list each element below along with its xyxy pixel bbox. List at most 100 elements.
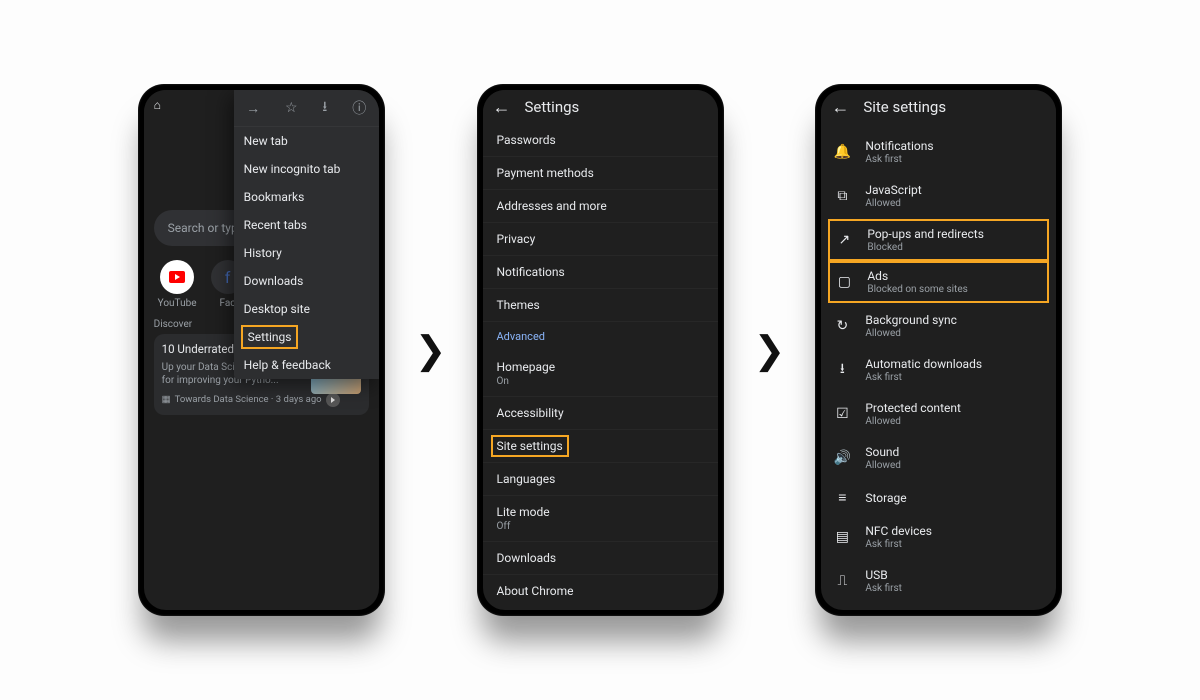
- item-label: Addresses and more: [497, 199, 704, 213]
- item-sub: Ask first: [865, 583, 902, 594]
- item-label: Accessibility: [497, 406, 704, 420]
- page-title: Settings: [525, 98, 580, 116]
- menu-item-settings[interactable]: Settings: [242, 326, 298, 348]
- item-sub: Blocked: [867, 242, 984, 253]
- site-setting-notifications[interactable]: 🔔 NotificationsAsk first: [821, 130, 1056, 174]
- menu-item-desktop-site[interactable]: Desktop site: [234, 295, 379, 323]
- item-label: Pop-ups and redirects: [867, 227, 984, 241]
- settings-item-payment-methods[interactable]: Payment methods: [483, 156, 718, 189]
- page-title: Site settings: [863, 98, 946, 116]
- item-sub: Allowed: [865, 328, 957, 339]
- item-label: Storage: [865, 491, 906, 505]
- settings-item-privacy[interactable]: Privacy: [483, 222, 718, 255]
- home-icon[interactable]: ⌂: [154, 98, 161, 112]
- item-label: Downloads: [497, 551, 704, 565]
- item-sub: Allowed: [865, 460, 901, 471]
- site-setting-automatic-downloads[interactable]: ⭳ Automatic downloadsAsk first: [821, 348, 1056, 392]
- item-label: Notifications: [865, 139, 933, 153]
- settings-item-languages[interactable]: Languages: [483, 462, 718, 495]
- back-icon[interactable]: ←: [831, 97, 849, 118]
- item-label: Privacy: [497, 232, 704, 246]
- menu-item-new-tab[interactable]: New tab: [234, 127, 379, 155]
- site-settings-header: ← Site settings: [821, 90, 1056, 124]
- item-label: Payment methods: [497, 166, 704, 180]
- menu-item-downloads[interactable]: Downloads: [234, 267, 379, 295]
- site-setting-javascript[interactable]: ⧉JavaScriptAllowed: [821, 174, 1056, 218]
- settings-item-homepage[interactable]: Homepage On: [483, 351, 718, 396]
- menu-item-new-incognito-tab[interactable]: New incognito tab: [234, 155, 379, 183]
- site-setting-protected-content[interactable]: ☑Protected contentAllowed: [821, 392, 1056, 436]
- settings-header: ← Settings: [483, 90, 718, 124]
- site-setting-background-sync[interactable]: ↻ Background syncAllowed: [821, 304, 1056, 348]
- item-label: Protected content: [865, 401, 961, 415]
- automatic-downloads-icon: ⭳: [833, 358, 851, 382]
- notifications-icon: 🔔: [833, 144, 851, 160]
- arrow-separator-2: ❯: [754, 328, 786, 373]
- item-sub: On: [497, 376, 704, 387]
- source-icon: ▦: [162, 394, 171, 405]
- star-icon[interactable]: ☆: [285, 100, 298, 116]
- item-label: Themes: [497, 298, 704, 312]
- card-source: Towards Data Science · 3 days ago: [175, 394, 322, 405]
- overflow-menu: → ☆ ⭳ ⓘ New tabNew incognito tabBookmark…: [234, 90, 379, 379]
- background-sync-icon: ↻: [833, 318, 851, 334]
- protected-content-icon: ☑: [833, 406, 851, 422]
- phone-step-1: ⌂ G Search or type w YouTube f Fac Disco…: [138, 84, 385, 616]
- menu-item-history[interactable]: History: [234, 239, 379, 267]
- javascript-icon: ⧉: [833, 188, 851, 204]
- settings-item-themes[interactable]: Themes: [483, 288, 718, 321]
- item-label: About Chrome: [497, 584, 704, 598]
- site-setting-ads[interactable]: ▢ AdsBlocked on some sites: [829, 262, 1048, 302]
- download-icon[interactable]: ⭳: [322, 96, 327, 120]
- site-setting-sound[interactable]: 🔊 SoundAllowed: [821, 436, 1056, 480]
- settings-item-downloads[interactable]: Downloads: [483, 541, 718, 574]
- info-icon[interactable]: ⓘ: [352, 98, 366, 118]
- screen-1: ⌂ G Search or type w YouTube f Fac Disco…: [144, 90, 379, 610]
- youtube-icon: [160, 260, 194, 294]
- phone-step-2: ← Settings Passwords Payment methods Addre…: [477, 84, 724, 616]
- arrow-separator-1: ❯: [415, 328, 447, 373]
- settings-item-about-chrome[interactable]: About Chrome: [483, 574, 718, 607]
- site-setting-nfc-devices[interactable]: ▤ NFC devicesAsk first: [821, 515, 1056, 559]
- tile-label: YouTube: [158, 298, 197, 309]
- item-label: NFC devices: [865, 524, 932, 538]
- sound-icon: 🔊: [833, 450, 851, 466]
- item-label: Notifications: [497, 265, 704, 279]
- site-setting-pop-ups-and-redirects[interactable]: ↗ Pop-ups and redirectsBlocked: [829, 220, 1048, 260]
- menu-icon-row: → ☆ ⭳ ⓘ: [234, 90, 379, 127]
- menu-item-bookmarks[interactable]: Bookmarks: [234, 183, 379, 211]
- advanced-section: Advanced: [483, 321, 718, 351]
- nfc-devices-icon: ▤: [833, 529, 851, 545]
- back-icon[interactable]: ←: [493, 97, 511, 118]
- settings-item-addresses-and-more[interactable]: Addresses and more: [483, 189, 718, 222]
- menu-item-help-feedback[interactable]: Help & feedback: [234, 351, 379, 379]
- site-setting-storage[interactable]: ≡Storage: [821, 480, 1056, 515]
- settings-item-lite-mode[interactable]: Lite modeOff: [483, 495, 718, 541]
- item-sub: Ask first: [865, 154, 933, 165]
- item-label: Languages: [497, 472, 704, 486]
- forward-icon[interactable]: →: [246, 100, 260, 117]
- item-sub: Off: [497, 521, 704, 532]
- tile-youtube[interactable]: YouTube: [158, 260, 197, 309]
- play-icon: [326, 393, 340, 407]
- menu-item-recent-tabs[interactable]: Recent tabs: [234, 211, 379, 239]
- settings-item-accessibility[interactable]: Accessibility: [483, 396, 718, 429]
- item-label: Site settings: [492, 436, 568, 456]
- item-label: Automatic downloads: [865, 357, 982, 371]
- item-label: USB: [865, 568, 902, 582]
- site-setting-usb[interactable]: ⎍USBAsk first: [821, 559, 1056, 603]
- item-label: Homepage: [497, 360, 704, 374]
- item-label: Sound: [865, 445, 901, 459]
- settings-item-site-settings[interactable]: Site settings: [483, 429, 718, 462]
- item-sub: Ask first: [865, 372, 982, 383]
- settings-item-notifications[interactable]: Notifications: [483, 255, 718, 288]
- ads-icon: ▢: [835, 274, 853, 290]
- item-sub: Blocked on some sites: [867, 284, 967, 295]
- pop-ups-and-redirects-icon: ↗: [835, 232, 853, 248]
- item-label: Background sync: [865, 313, 957, 327]
- item-label: Ads: [867, 269, 967, 283]
- item-sub: Allowed: [865, 198, 921, 209]
- item-sub: Ask first: [865, 539, 932, 550]
- item-label: Passwords: [497, 133, 704, 147]
- settings-item-passwords[interactable]: Passwords: [483, 124, 718, 156]
